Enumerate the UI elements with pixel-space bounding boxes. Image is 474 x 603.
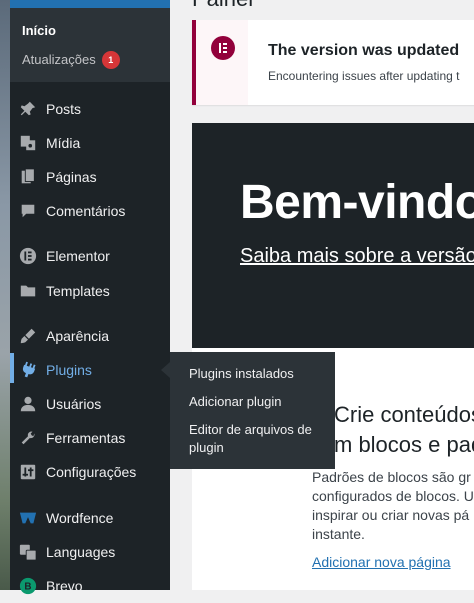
sidebar-item-label: Languages xyxy=(46,544,116,560)
settings-icon xyxy=(18,462,38,482)
notice-title: The version was updated xyxy=(268,42,460,59)
page-title: Painel xyxy=(192,0,253,12)
sidebar-item-label: Templates xyxy=(46,283,110,299)
panel-heading: Crie conteúdos div m blocos e padr xyxy=(334,402,474,457)
user-icon xyxy=(18,394,38,414)
sidebar-item-label: Ferramentas xyxy=(46,430,126,446)
flyout-item-add-plugin[interactable]: Adicionar plugin xyxy=(189,393,282,411)
sidebar-item-posts[interactable]: Posts xyxy=(10,92,170,126)
flyout-pointer xyxy=(161,362,170,378)
sidebar-item-label: Páginas xyxy=(46,169,97,185)
notice-text: Encountering issues after updating t xyxy=(268,69,460,83)
sidebar-item-users[interactable]: Usuários xyxy=(10,387,170,421)
sidebar-item-label: Elementor xyxy=(46,248,110,264)
sidebar-item-label: Brevo xyxy=(46,578,83,594)
dashboard-submenu: Início Atualizações 1 xyxy=(10,8,170,82)
add-new-page-link[interactable]: Adicionar nova página xyxy=(312,554,451,570)
sidebar-item-label: Aparência xyxy=(46,328,110,344)
pin-icon xyxy=(18,99,38,119)
sidebar-item-elementor[interactable]: Elementor xyxy=(10,239,170,273)
sidebar-item-wordfence[interactable]: Wordfence xyxy=(10,501,170,535)
updates-count-badge: 1 xyxy=(101,51,120,69)
sidebar-item-settings[interactable]: Configurações xyxy=(10,455,170,489)
sidebar-item-media[interactable]: Mídia xyxy=(10,126,170,160)
welcome-title: Bem-vindo xyxy=(240,176,474,229)
plug-icon xyxy=(18,360,38,380)
wordfence-icon xyxy=(18,508,38,528)
panel-description: Padrões de blocos são gr configurados de… xyxy=(312,469,474,542)
media-icon xyxy=(18,133,38,153)
submenu-home[interactable]: Início xyxy=(22,23,56,38)
sidebar-item-templates[interactable]: Templates xyxy=(10,274,170,308)
elementor-logo-icon xyxy=(211,36,235,60)
sidebar-item-label: Posts xyxy=(46,101,82,117)
brevo-icon: B xyxy=(18,576,38,596)
notice-icon-area xyxy=(196,20,248,105)
elementor-icon xyxy=(18,246,38,266)
translate-icon xyxy=(18,542,38,562)
sidebar-item-languages[interactable]: Languages xyxy=(10,535,170,569)
folder-icon xyxy=(18,281,38,301)
sidebar-item-pages[interactable]: Páginas xyxy=(10,160,170,194)
brush-icon xyxy=(18,326,38,346)
flyout-item-plugin-file-editor[interactable]: Editor de arquivos de plugin xyxy=(189,421,324,457)
sidebar-item-label: Configurações xyxy=(46,464,137,480)
submenu-updates[interactable]: Atualizações 1 xyxy=(22,51,120,69)
admin-sidebar: Início Atualizações 1 Posts Mídia Páginas… xyxy=(10,0,170,595)
sidebar-item-label: Wordfence xyxy=(46,510,114,526)
elementor-update-notice: The version was updated Encountering iss… xyxy=(192,20,474,105)
sidebar-item-label: Plugins xyxy=(46,362,92,378)
sidebar-item-label: Usuários xyxy=(46,396,102,412)
sidebar-item-brevo[interactable]: B Brevo xyxy=(10,569,170,603)
sidebar-item-label: Mídia xyxy=(46,135,81,151)
welcome-panel: Bem-vindo Saiba mais sobre a versão 6 xyxy=(192,123,474,348)
background-strip xyxy=(0,0,10,590)
learn-more-link[interactable]: Saiba mais sobre a versão 6 xyxy=(240,245,474,268)
sidebar-item-appearance[interactable]: Aparência xyxy=(10,319,170,353)
main-content: Painel The version was updated Encounter… xyxy=(170,0,474,590)
sidebar-item-comments[interactable]: Comentários xyxy=(10,194,170,228)
sidebar-item-label: Comentários xyxy=(46,203,126,219)
plugins-flyout-menu: Plugins instalados Adicionar plugin Edit… xyxy=(170,352,335,469)
page-icon xyxy=(18,167,38,187)
sidebar-item-tools[interactable]: Ferramentas xyxy=(10,421,170,455)
sidebar-item-plugins[interactable]: Plugins xyxy=(10,353,170,387)
flyout-item-installed-plugins[interactable]: Plugins instalados xyxy=(189,365,294,383)
sidebar-current-top xyxy=(10,0,170,8)
submenu-updates-label: Atualizações xyxy=(22,52,96,67)
svg-text:B: B xyxy=(24,582,31,593)
comment-icon xyxy=(18,201,38,221)
wrench-icon xyxy=(18,428,38,448)
